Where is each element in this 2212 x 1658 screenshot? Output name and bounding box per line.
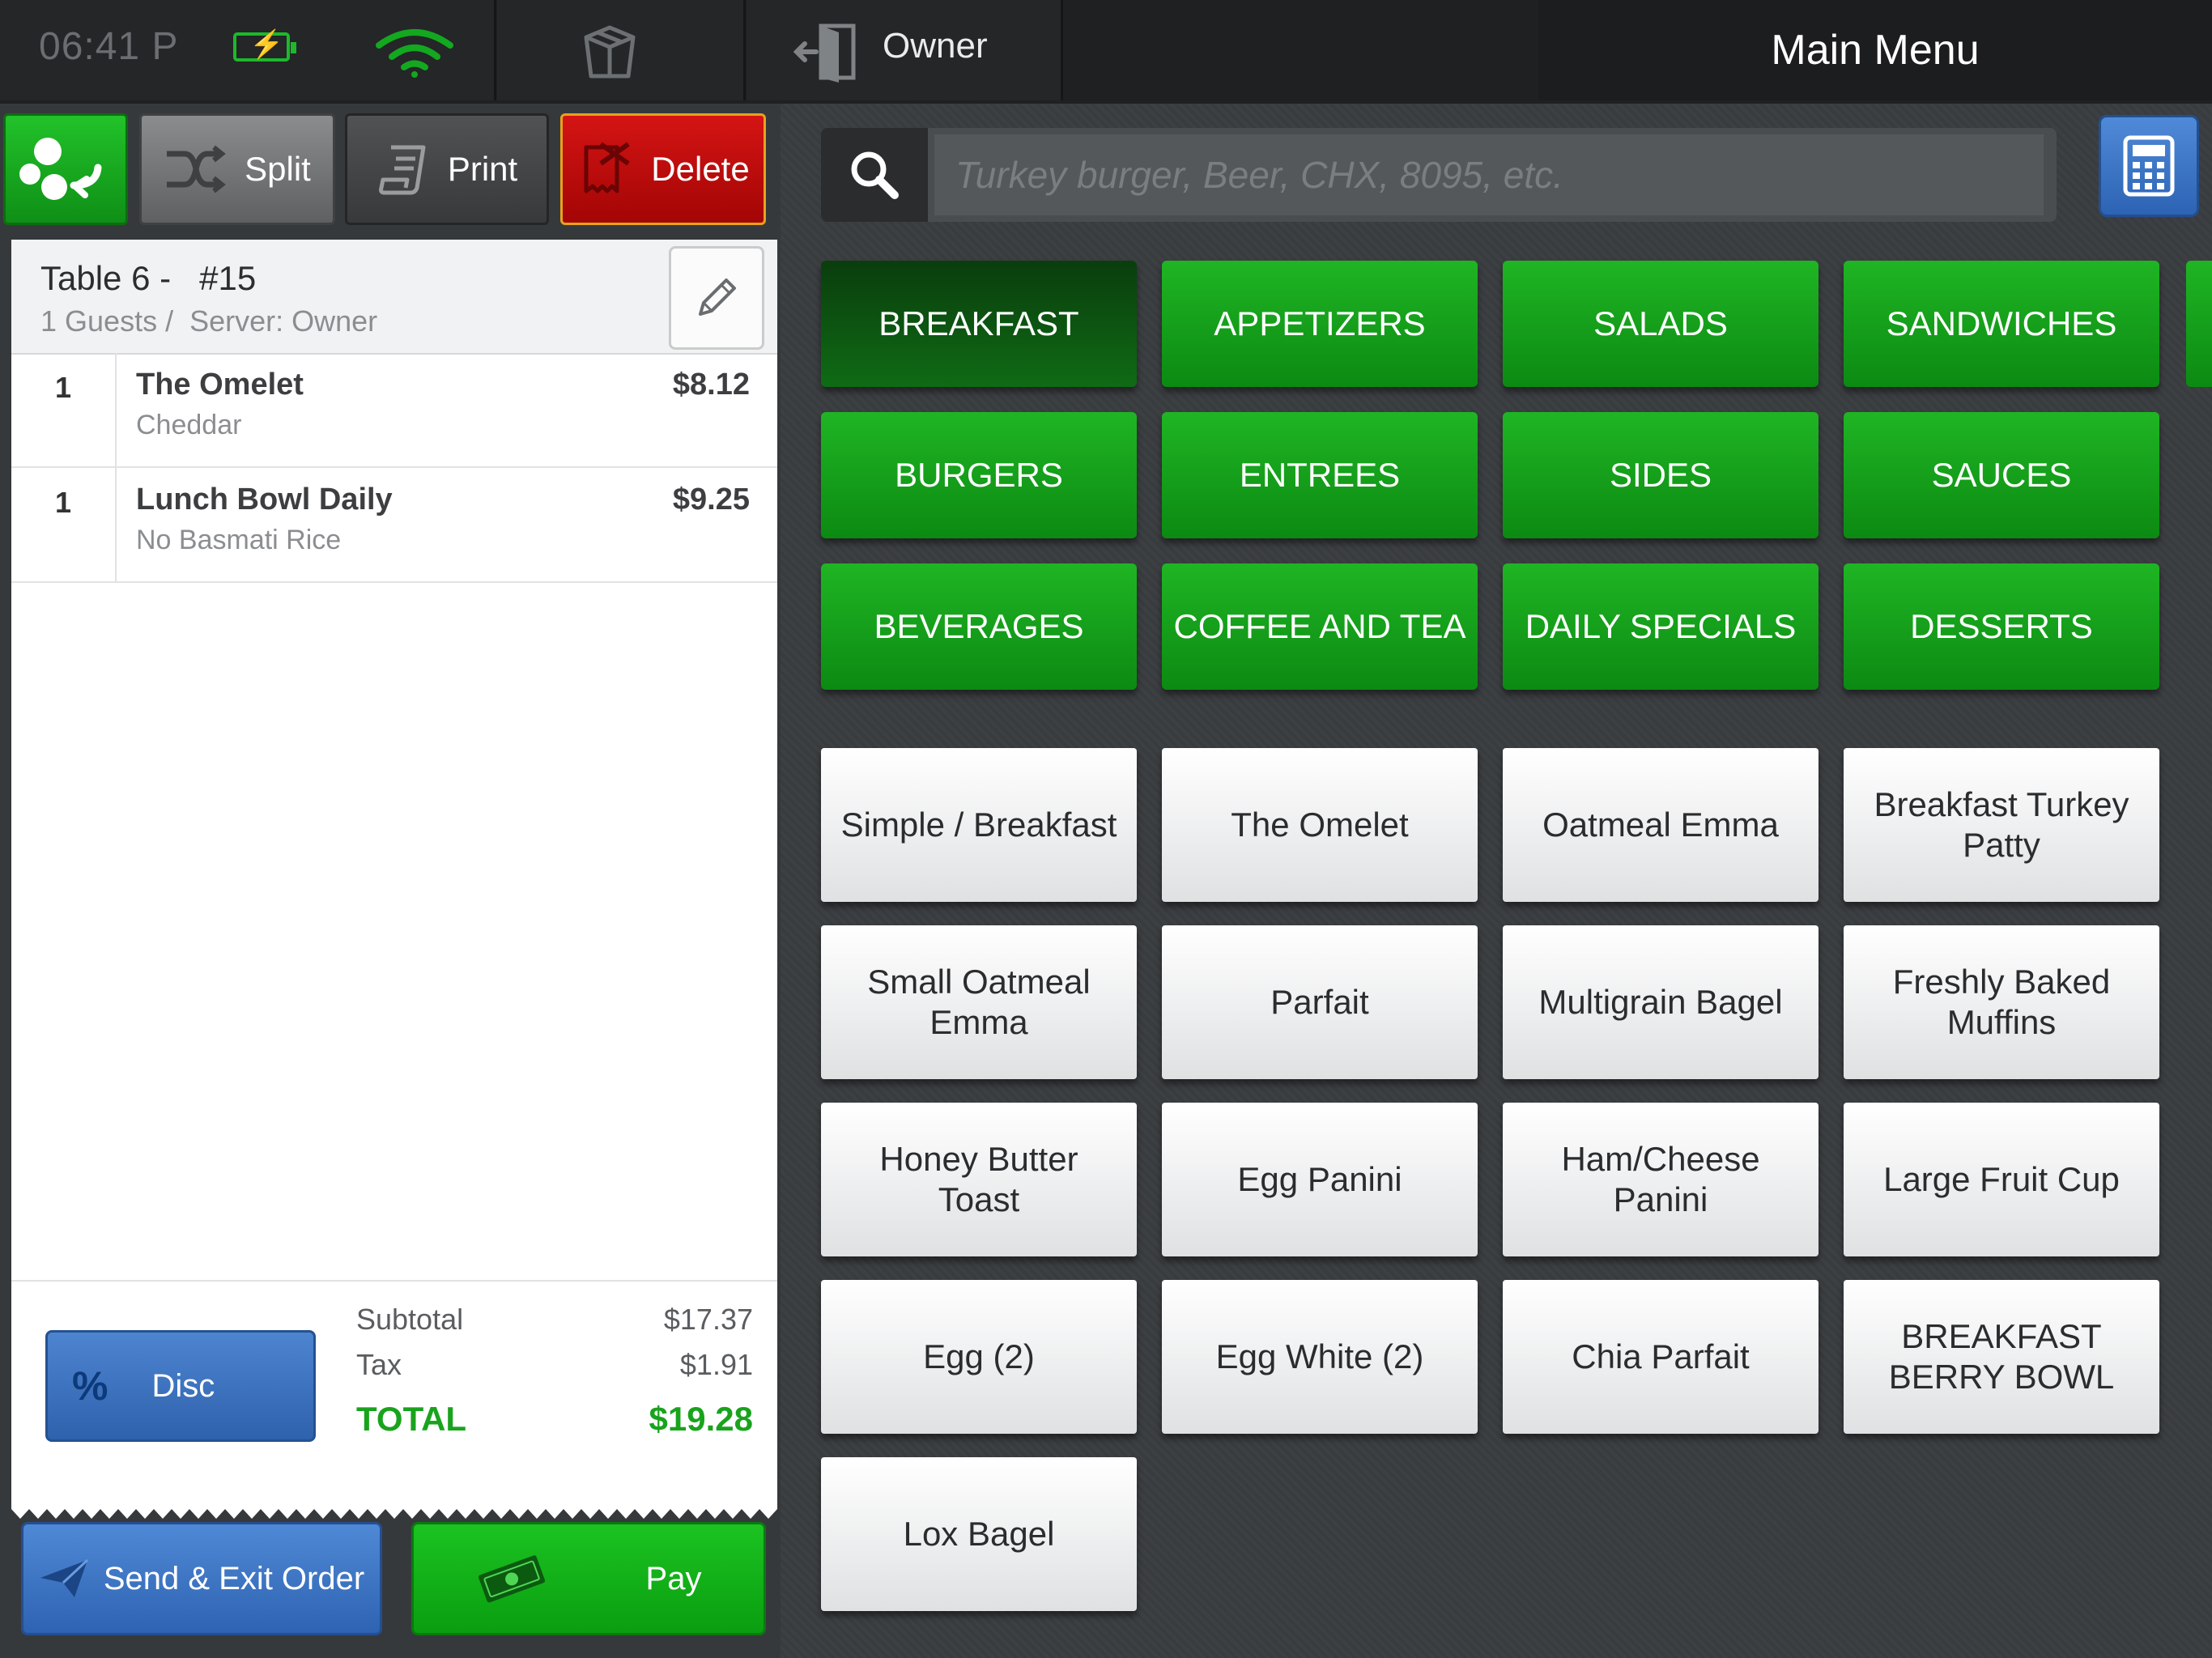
pay-label: Pay: [645, 1560, 702, 1596]
item-price: $9.25: [672, 483, 750, 517]
status-bar: 06:41 P ⚡ Owner Main Menu: [0, 0, 2212, 104]
takeout-box-icon[interactable]: [580, 21, 640, 83]
search-button[interactable]: [821, 128, 928, 222]
menu-item-button[interactable]: Egg White (2): [1162, 1280, 1478, 1434]
discount-label: Disc: [151, 1367, 215, 1404]
print-button[interactable]: Print: [345, 113, 549, 225]
category-beverages[interactable]: BEVERAGES: [821, 563, 1137, 690]
edit-ticket-button[interactable]: [669, 246, 764, 350]
order-ticket: Table 6 - #15 1 Guests / Server: Owner 1…: [11, 240, 777, 1503]
category-coffee-and-tea[interactable]: COFFEE AND TEA: [1162, 563, 1478, 690]
total-label: TOTAL: [356, 1400, 467, 1438]
split-arrows-icon: [167, 145, 226, 193]
send-exit-order-button[interactable]: Send & Exit Order: [21, 1522, 382, 1635]
guests-server-info: 1 Guests / Server: Owner: [40, 304, 378, 338]
menu-item-button[interactable]: Simple / Breakfast: [821, 748, 1137, 902]
category-entrees[interactable]: ENTREES: [1162, 412, 1478, 538]
battery-charging-icon: ⚡: [233, 31, 296, 62]
wifi-icon[interactable]: [374, 28, 455, 78]
menu-item-button[interactable]: Egg (2): [821, 1280, 1137, 1434]
search-bar: [821, 128, 2057, 222]
category-daily-specials[interactable]: DAILY SPECIALS: [1503, 563, 1819, 690]
menu-item-button[interactable]: Egg Panini: [1162, 1103, 1478, 1256]
menu-item-button[interactable]: Parfait: [1162, 925, 1478, 1079]
send-exit-label: Send & Exit Order: [103, 1560, 365, 1596]
percent-icon: %: [72, 1363, 108, 1409]
menu-item-button[interactable]: Multigrain Bagel: [1503, 925, 1819, 1079]
discount-button[interactable]: % Disc: [45, 1330, 316, 1442]
cash-money-icon: [478, 1555, 545, 1603]
totals-section: % Disc Subtotal $17.37 Tax $1.91 TOTAL $…: [11, 1280, 777, 1504]
category-appetizers[interactable]: APPETIZERS: [1162, 261, 1478, 387]
category-sandwiches[interactable]: SANDWICHES: [1844, 261, 2159, 387]
category-burgers[interactable]: BURGERS: [821, 412, 1137, 538]
category-breakfast[interactable]: BREAKFAST: [821, 261, 1137, 387]
delete-label: Delete: [651, 150, 750, 188]
menu-item-button[interactable]: Freshly Baked Muffins: [1844, 925, 2159, 1079]
split-button[interactable]: Split: [139, 113, 335, 225]
menu-item-button[interactable]: Lox Bagel: [821, 1457, 1137, 1611]
item-price: $8.12: [672, 368, 750, 402]
category-sides[interactable]: SIDES: [1503, 412, 1819, 538]
split-label: Split: [245, 150, 311, 188]
menu-item-button[interactable]: Small Oatmeal Emma: [821, 925, 1137, 1079]
ticket-header: Table 6 - #15 1 Guests / Server: Owner: [11, 240, 777, 355]
menu-item-button[interactable]: Oatmeal Emma: [1503, 748, 1819, 902]
item-name: The Omelet: [136, 368, 304, 402]
receipt-print-icon: [378, 145, 426, 195]
calculator-icon: [2123, 135, 2175, 197]
category-sauces[interactable]: SAUCES: [1844, 412, 2159, 538]
category-button-overflow[interactable]: [2186, 261, 2212, 387]
category-salads[interactable]: SALADS: [1503, 261, 1819, 387]
menu-area: BREAKFASTAPPETIZERSSALADSSANDWICHES BURGE…: [781, 104, 2212, 1658]
logout-door-icon[interactable]: [793, 21, 860, 83]
pencil-icon: [699, 278, 736, 316]
clock: 06:41 P: [39, 25, 179, 68]
page-title: Main Menu: [1538, 0, 2212, 100]
menu-item-button[interactable]: Breakfast Turkey Patty: [1844, 748, 2159, 902]
menu-item-button[interactable]: Chia Parfait: [1503, 1280, 1819, 1434]
delete-receipt-icon: [584, 142, 631, 193]
table-number: Table 6 - #15: [40, 259, 257, 297]
tax-label: Tax: [356, 1348, 402, 1381]
receipt-tear-edge: [11, 1503, 777, 1519]
calculator-button[interactable]: [2099, 115, 2199, 217]
print-label: Print: [447, 150, 518, 188]
menu-item-button[interactable]: The Omelet: [1162, 748, 1478, 902]
subtotal-value: $17.37: [663, 1303, 753, 1336]
order-line-item[interactable]: 1 The Omelet Cheddar $8.12: [11, 353, 777, 468]
delete-button[interactable]: Delete: [560, 113, 766, 225]
tax-value: $1.91: [679, 1348, 753, 1381]
category-desserts[interactable]: DESSERTS: [1844, 563, 2159, 690]
order-line-item[interactable]: 1 Lunch Bowl Daily No Basmati Rice $9.25: [11, 468, 777, 583]
subtotal-label: Subtotal: [356, 1303, 464, 1336]
total-value: $19.28: [649, 1400, 753, 1438]
item-name: Lunch Bowl Daily: [136, 483, 393, 517]
search-icon: [851, 151, 899, 199]
group-return-icon: [19, 138, 102, 200]
item-quantity: 1: [11, 468, 117, 581]
regroup-button[interactable]: [3, 113, 128, 225]
menu-item-button[interactable]: Honey Butter Toast: [821, 1103, 1137, 1256]
menu-item-button[interactable]: Large Fruit Cup: [1844, 1103, 2159, 1256]
menu-item-button[interactable]: BREAKFAST BERRY BOWL: [1844, 1280, 2159, 1434]
search-input[interactable]: [934, 134, 2044, 215]
current-user-label[interactable]: Owner: [883, 26, 988, 66]
item-modifier: Cheddar: [136, 410, 242, 440]
item-quantity: 1: [11, 353, 117, 466]
order-panel: Split Print Delete Table 6 - #15 1 Guest…: [0, 104, 781, 1658]
menu-item-button[interactable]: Ham/Cheese Panini: [1503, 1103, 1819, 1256]
item-modifier: No Basmati Rice: [136, 525, 342, 555]
paper-plane-icon: [40, 1558, 88, 1597]
pay-button[interactable]: Pay: [411, 1522, 766, 1635]
